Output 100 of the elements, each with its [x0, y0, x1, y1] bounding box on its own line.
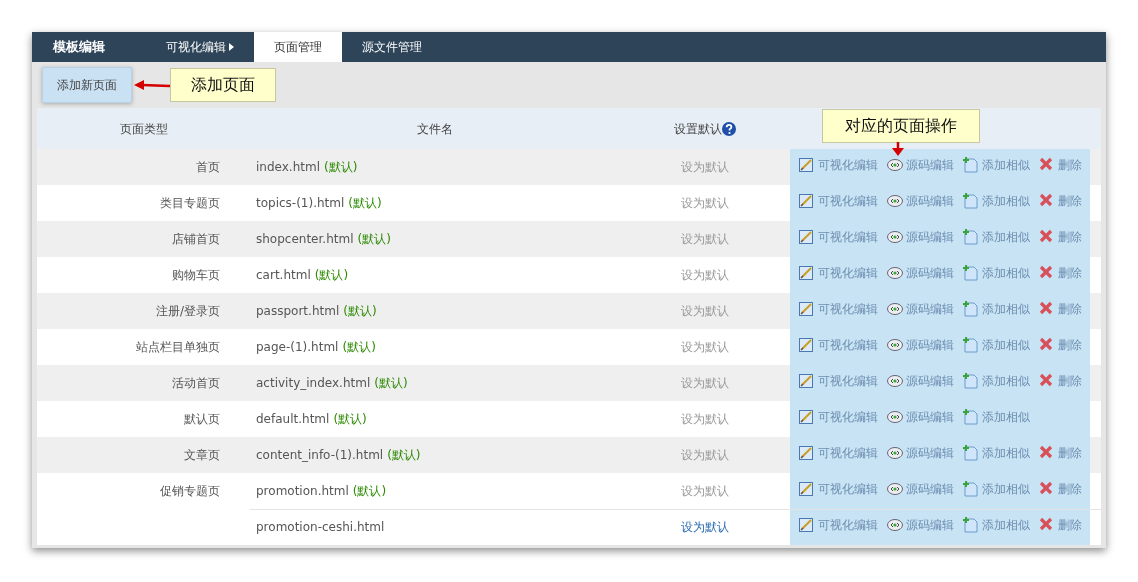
- action-link[interactable]: 源码编辑: [887, 156, 954, 174]
- set-default-link[interactable]: 设为默认: [681, 520, 729, 535]
- action-link[interactable]: 添加相似: [963, 516, 1030, 535]
- action-link[interactable]: 可视化编辑: [799, 264, 878, 282]
- set-default-link[interactable]: 设为默认: [681, 268, 729, 282]
- delete-link[interactable]: 删除: [1039, 264, 1082, 282]
- arrow: [892, 142, 904, 156]
- delete-link[interactable]: 删除: [1039, 192, 1082, 210]
- action-link[interactable]: 可视化编辑: [799, 156, 878, 174]
- code-icon: [887, 517, 903, 534]
- edit-icon: [799, 480, 815, 497]
- delete-link[interactable]: 删除: [1039, 444, 1082, 462]
- code-icon: [887, 157, 903, 173]
- action-link[interactable]: 可视化编辑: [799, 408, 878, 426]
- page-type: 首页: [195, 159, 221, 176]
- action-link[interactable]: 添加相似: [963, 156, 1030, 174]
- edit-icon: [799, 409, 815, 425]
- edit-icon: [799, 229, 815, 245]
- default-tag: (默认): [314, 268, 349, 282]
- file-name: topics-(1).html: [256, 196, 345, 210]
- edit-icon: [799, 301, 815, 317]
- code-icon: [887, 193, 903, 209]
- edit-icon: [799, 373, 815, 389]
- action-link[interactable]: 添加相似: [963, 264, 1030, 282]
- page-type: 店铺首页: [171, 231, 221, 248]
- add-page-icon: [963, 409, 979, 425]
- page-type: 购物车页: [171, 267, 221, 284]
- action-link[interactable]: 源码编辑: [887, 264, 954, 282]
- set-default-link[interactable]: 设为默认: [681, 160, 729, 174]
- nav-tab[interactable]: 页面管理: [254, 32, 342, 62]
- action-link[interactable]: 添加相似: [963, 336, 1030, 354]
- arrow: [134, 79, 170, 91]
- action-link[interactable]: 添加相似: [963, 228, 1030, 246]
- default-tag: (默认): [343, 304, 377, 318]
- set-default-link[interactable]: 设为默认: [681, 412, 729, 426]
- brand-title: 模板编辑: [51, 38, 106, 57]
- action-link[interactable]: 源码编辑: [887, 192, 954, 210]
- delete-link[interactable]: 删除: [1039, 372, 1082, 390]
- action-link[interactable]: 添加相似: [963, 300, 1030, 318]
- action-link[interactable]: 添加相似: [963, 479, 1030, 498]
- action-link[interactable]: 添加相似: [963, 444, 1030, 462]
- action-link[interactable]: 可视化编辑: [799, 300, 878, 318]
- add-page-icon: [963, 373, 979, 389]
- action-link[interactable]: 源码编辑: [887, 300, 954, 318]
- default-tag: (默认): [324, 160, 358, 174]
- action-link[interactable]: 源码编辑: [887, 408, 954, 426]
- page-type: 文章页: [183, 447, 221, 464]
- action-link[interactable]: 源码编辑: [887, 336, 954, 354]
- add-page-icon: [963, 517, 979, 534]
- action-link[interactable]: 源码编辑: [887, 372, 954, 390]
- add-page-button[interactable]: 添加新页面: [42, 67, 132, 103]
- action-link[interactable]: 源码编辑: [887, 479, 954, 498]
- action-link[interactable]: 可视化编辑: [799, 228, 878, 246]
- delete-link[interactable]: 删除: [1039, 479, 1082, 498]
- action-link[interactable]: 可视化编辑: [799, 516, 878, 535]
- set-default-link[interactable]: 设为默认: [681, 196, 729, 210]
- file-name: activity_index.html: [256, 376, 371, 390]
- action-link[interactable]: 源码编辑: [887, 444, 954, 462]
- page-type: 注册/登录页: [154, 303, 221, 320]
- edit-icon: [799, 445, 815, 461]
- help-icon: [722, 122, 736, 136]
- action-link[interactable]: 可视化编辑: [799, 372, 878, 390]
- delete-link[interactable]: 删除: [1039, 516, 1082, 535]
- edit-icon: [799, 265, 815, 281]
- column-header: 文件名: [417, 121, 453, 136]
- default-tag: (默认): [374, 376, 408, 390]
- action-link[interactable]: 源码编辑: [887, 228, 954, 246]
- delete-icon: [1039, 157, 1055, 173]
- action-link[interactable]: 添加相似: [963, 372, 1030, 390]
- set-default-link[interactable]: 设为默认: [681, 340, 729, 354]
- action-link[interactable]: 源码编辑: [887, 516, 954, 535]
- nav-tab[interactable]: 可视化编辑: [146, 32, 254, 62]
- action-link[interactable]: 可视化编辑: [799, 192, 878, 210]
- add-page-icon: [963, 193, 979, 209]
- delete-icon: [1039, 301, 1055, 317]
- action-link[interactable]: 可视化编辑: [799, 479, 878, 498]
- delete-link[interactable]: 删除: [1039, 228, 1082, 246]
- set-default-link[interactable]: 设为默认: [681, 232, 729, 246]
- delete-link[interactable]: 删除: [1039, 300, 1082, 318]
- default-tag: (默认): [333, 412, 367, 426]
- set-default-link[interactable]: 设为默认: [681, 448, 729, 462]
- file-name: promotion.html: [256, 483, 349, 498]
- page-type: 类目专题页: [159, 195, 221, 212]
- add-page-icon: [963, 157, 979, 173]
- set-default-link[interactable]: 设为默认: [681, 483, 729, 498]
- set-default-link[interactable]: 设为默认: [681, 304, 729, 318]
- set-default-link[interactable]: 设为默认: [681, 376, 729, 390]
- delete-link[interactable]: 删除: [1039, 336, 1082, 354]
- file-name: passport.html: [256, 304, 340, 318]
- action-link[interactable]: 添加相似: [963, 408, 1030, 426]
- action-link[interactable]: 添加相似: [963, 192, 1030, 210]
- nav-tab[interactable]: 源文件管理: [342, 32, 442, 62]
- code-icon: [887, 373, 903, 389]
- delete-icon: [1039, 193, 1055, 209]
- action-link[interactable]: 可视化编辑: [799, 444, 878, 462]
- action-link[interactable]: 可视化编辑: [799, 336, 878, 354]
- page-type: 站点栏目单独页: [135, 339, 221, 356]
- delete-link[interactable]: 删除: [1039, 156, 1082, 174]
- code-icon: [887, 409, 903, 425]
- default-tag: (默认): [342, 340, 376, 354]
